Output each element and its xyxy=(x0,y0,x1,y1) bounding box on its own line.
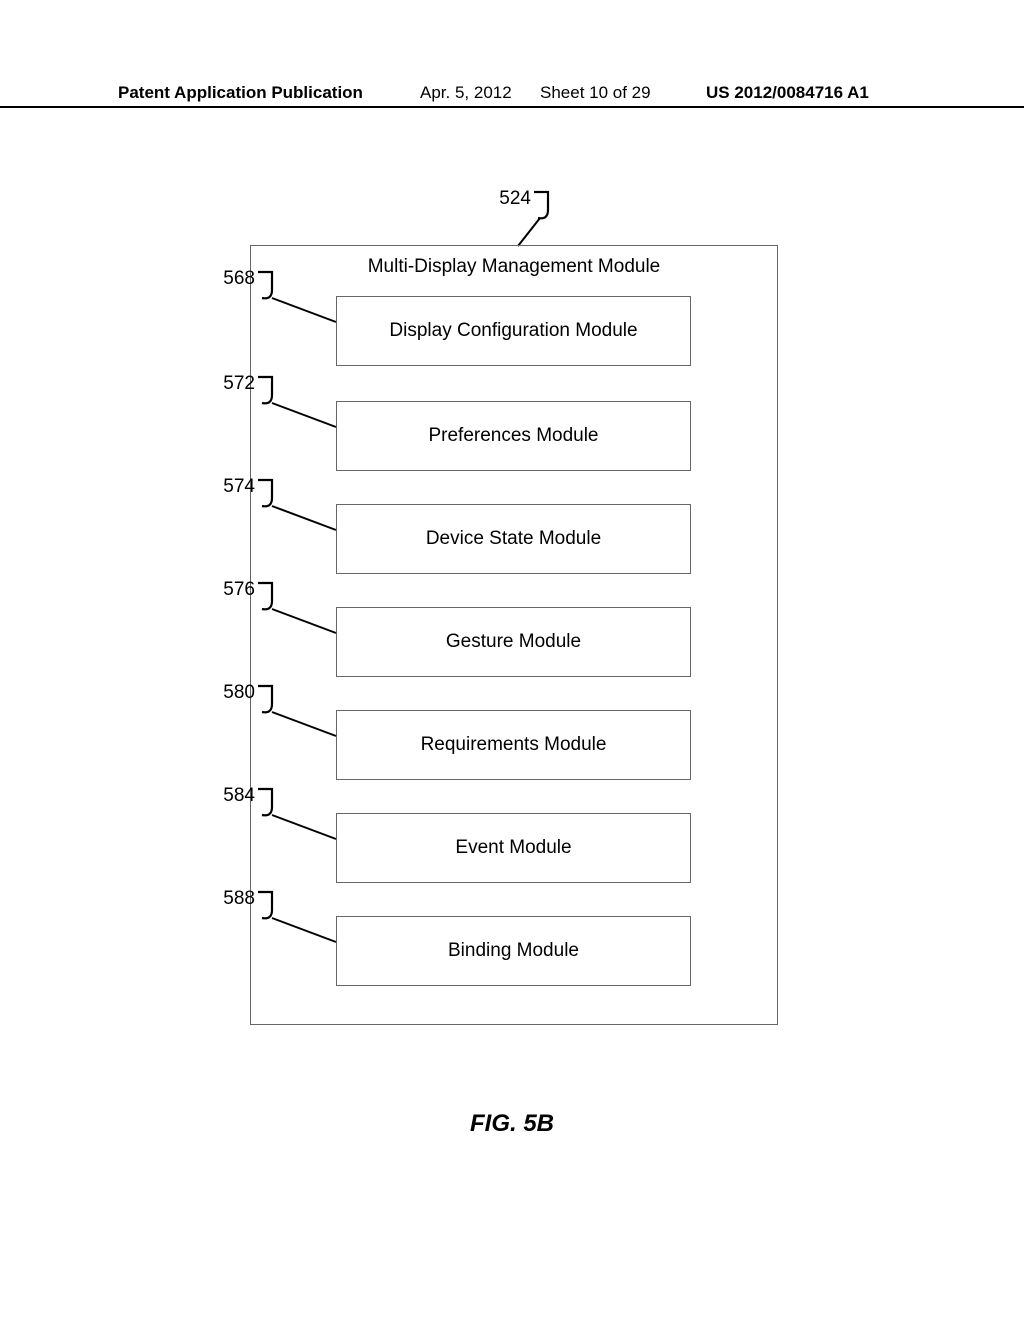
module-label: Device State Module xyxy=(426,528,601,550)
figure-area: 524 Multi-Display Management Module Disp… xyxy=(0,190,1024,1140)
module-requirements: Requirements Module xyxy=(336,710,691,780)
publication-label: Patent Application Publication xyxy=(118,83,363,103)
module-label: Event Module xyxy=(455,837,571,859)
module-label: Display Configuration Module xyxy=(389,320,637,342)
outer-module-box: Multi-Display Management Module Display … xyxy=(250,245,778,1025)
ref-580: 580 xyxy=(210,682,255,704)
ref-524: 524 xyxy=(486,188,531,210)
sheet-number: Sheet 10 of 29 xyxy=(540,83,651,103)
module-event: Event Module xyxy=(336,813,691,883)
module-preferences: Preferences Module xyxy=(336,401,691,471)
document-number: US 2012/0084716 A1 xyxy=(706,83,869,103)
module-label: Binding Module xyxy=(448,940,579,962)
ref-574: 574 xyxy=(210,476,255,498)
module-label: Requirements Module xyxy=(421,734,607,756)
ref-568: 568 xyxy=(210,268,255,290)
module-device-state: Device State Module xyxy=(336,504,691,574)
ref-588: 588 xyxy=(210,888,255,910)
outer-module-title: Multi-Display Management Module xyxy=(251,256,777,278)
module-label: Preferences Module xyxy=(428,425,598,447)
module-display-configuration: Display Configuration Module xyxy=(336,296,691,366)
module-binding: Binding Module xyxy=(336,916,691,986)
module-label: Gesture Module xyxy=(446,631,581,653)
ref-584: 584 xyxy=(210,785,255,807)
patent-header: Patent Application Publication Apr. 5, 2… xyxy=(0,84,1024,108)
module-gesture: Gesture Module xyxy=(336,607,691,677)
ref-572: 572 xyxy=(210,373,255,395)
publication-date: Apr. 5, 2012 xyxy=(420,83,512,103)
ref-576: 576 xyxy=(210,579,255,601)
figure-caption: FIG. 5B xyxy=(0,1110,1024,1138)
